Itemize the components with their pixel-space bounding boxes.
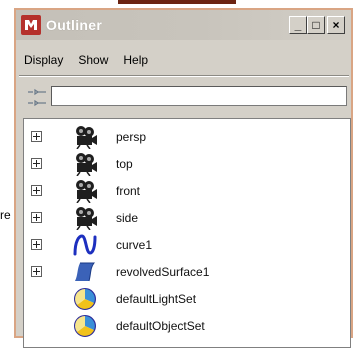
list-item[interactable]: defaultObjectSet: [24, 314, 350, 340]
camera-icon: [76, 153, 97, 176]
expand-toggle[interactable]: [31, 266, 42, 277]
camera-icon: [76, 126, 97, 149]
filter-icon[interactable]: [26, 86, 48, 110]
set-icon: [74, 288, 96, 310]
menu-separator: [19, 75, 349, 77]
list-item[interactable]: front: [24, 179, 350, 205]
item-label: defaultLightSet: [116, 292, 197, 306]
item-label: defaultObjectSet: [116, 319, 205, 333]
list-item[interactable]: curve1: [24, 233, 350, 259]
nurbs-surface-icon: [75, 262, 96, 282]
title-bar[interactable]: Outliner _ □ ×: [16, 10, 351, 40]
nurbs-curve-icon: [73, 234, 97, 256]
background-text: re: [0, 208, 11, 222]
menu-bar: Display Show Help: [22, 53, 161, 67]
expand-toggle[interactable]: [31, 131, 42, 142]
menu-show[interactable]: Show: [76, 53, 110, 67]
item-label: curve1: [116, 238, 153, 252]
list-item[interactable]: defaultLightSet: [24, 287, 350, 313]
list-item[interactable]: revolvedSurface1: [24, 260, 350, 286]
item-label: top: [116, 157, 133, 171]
expand-toggle[interactable]: [31, 212, 42, 223]
camera-icon: [76, 207, 97, 230]
filter-field[interactable]: [51, 86, 347, 106]
menu-help[interactable]: Help: [121, 53, 150, 67]
outliner-list[interactable]: persp top front side curve1 revolvedSurf…: [23, 118, 351, 348]
set-icon: [74, 315, 96, 337]
expand-toggle[interactable]: [31, 158, 42, 169]
minimize-button[interactable]: _: [289, 16, 307, 34]
item-label: side: [116, 211, 139, 225]
list-item[interactable]: side: [24, 206, 350, 232]
maximize-button[interactable]: □: [307, 16, 325, 34]
background-window-edge: [118, 0, 236, 4]
close-button[interactable]: ×: [327, 16, 345, 34]
list-item[interactable]: top: [24, 152, 350, 178]
menu-display[interactable]: Display: [22, 53, 65, 67]
item-label: revolvedSurface1: [116, 265, 210, 279]
expand-toggle[interactable]: [31, 239, 42, 250]
item-label: persp: [116, 130, 147, 144]
expand-toggle[interactable]: [31, 185, 42, 196]
window-title: Outliner: [46, 17, 103, 33]
item-label: front: [116, 184, 141, 198]
list-item[interactable]: persp: [24, 125, 350, 151]
outliner-window: Outliner _ □ × Display Show Help persp t…: [14, 8, 353, 348]
maya-app-icon: [21, 15, 41, 35]
camera-icon: [76, 180, 97, 203]
